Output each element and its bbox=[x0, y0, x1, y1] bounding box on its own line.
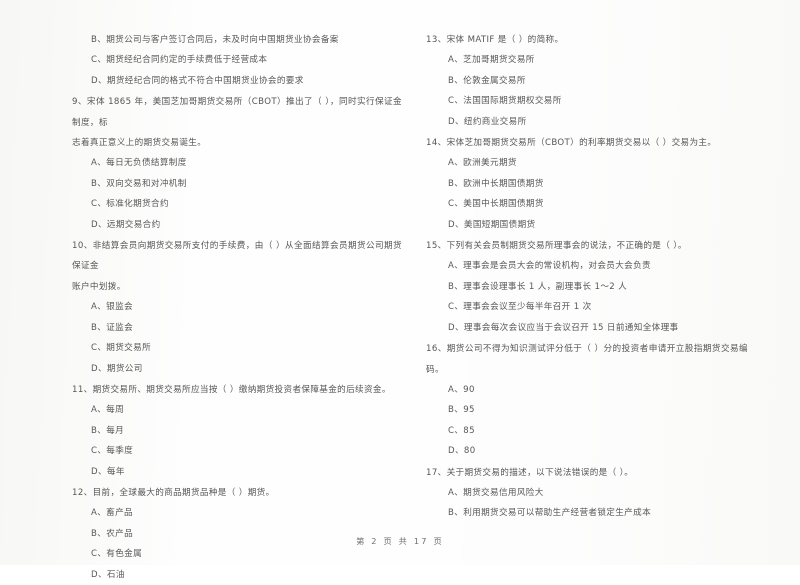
question-13: 13、宋体 MATIF 是（ ）的简称。 A、芝加哥期货交易所 B、伦敦金属交易… bbox=[426, 30, 748, 132]
question-stem: 15、下列有关会员制期货交易所理事会的说法，不正确的是（ ）。 bbox=[426, 236, 748, 256]
partial-question-options-top: B、期货公司与客户签订合同后，未及时向中国期货业协会备案 C、期货经纪合同约定的… bbox=[72, 30, 402, 91]
question-11: 11、期货交易所、期货交易所应当按（ ）缴纳期货投资者保障基金的后续资金。 A、… bbox=[72, 380, 402, 482]
option-item: C、每季度 bbox=[91, 446, 134, 457]
option-item: B、95 bbox=[448, 405, 475, 416]
question-14: 14、宋体芝加哥期货交易所（CBOT）的利率期货交易以（ ）交易为主。 A、欧洲… bbox=[426, 133, 748, 235]
question-stem-line-1: 期货交易所、期货交易所应当按（ ）缴纳期货投资者保障基金的后续资金。 bbox=[92, 384, 391, 395]
page-footer: 第 2 页 共 17 页 bbox=[356, 536, 444, 546]
option-item: A、畜产品 bbox=[91, 508, 134, 519]
option-item: C、美国中长期国债期货 bbox=[448, 199, 544, 210]
option-item: A、银监会 bbox=[91, 302, 134, 313]
option-item: D、80 bbox=[448, 446, 476, 457]
option-item: A、每周 bbox=[91, 405, 125, 416]
option-item: D、纽约商业交易所 bbox=[448, 116, 527, 127]
question-number: 10、 bbox=[72, 241, 93, 252]
question-stem: 17、关于期货交易的描述，以下说法错误的是（ ）。 bbox=[426, 463, 748, 483]
option-item: C、期货经纪合同约定的手续费低于经营成本 bbox=[91, 55, 268, 66]
option-item: C、85 bbox=[448, 425, 475, 436]
question-number: 16、 bbox=[426, 344, 447, 355]
question-stem-line-2: 志着真正意义上的期货交易诞生。 bbox=[72, 138, 207, 149]
question-stem-line-1: 宋体 1865 年，美国芝加哥期货交易所（CBOT）推出了（ ），同时实行保证金… bbox=[72, 97, 403, 128]
option-item: C、有色金属 bbox=[91, 549, 143, 560]
option-item: A、期货交易信用风险大 bbox=[448, 487, 544, 498]
question-stem-line-1: 宋体芝加哥期货交易所（CBOT）的利率期货交易以（ ）交易为主。 bbox=[446, 138, 717, 149]
question-stem: 11、期货交易所、期货交易所应当按（ ）缴纳期货投资者保障基金的后续资金。 bbox=[72, 380, 402, 400]
option-item: D、理事会每次会议应当于会议召开 15 日前通知全体理事 bbox=[448, 322, 679, 333]
question-stem: 16、期货公司不得为知识测试评分低于（ ）分的投资者申请开立股指期货交易编码。 bbox=[426, 339, 748, 380]
question-stem-line-1: 关于期货交易的描述，以下说法错误的是（ ）。 bbox=[446, 467, 634, 478]
question-stem: 13、宋体 MATIF 是（ ）的简称。 bbox=[426, 30, 748, 50]
option-item: B、每月 bbox=[91, 425, 125, 436]
option-item: D、石油 bbox=[91, 569, 125, 580]
option-item: B、伦敦金属交易所 bbox=[448, 75, 526, 86]
option-item: B、期货公司与客户签订合同后，未及时向中国期货业协会备案 bbox=[91, 35, 339, 45]
question-stem-line-1: 宋体 MATIF 是（ ）的简称。 bbox=[446, 35, 564, 45]
right-column: 13、宋体 MATIF 是（ ）的简称。 A、芝加哥期货交易所 B、伦敦金属交易… bbox=[412, 30, 748, 520]
question-stem-line-1: 期货公司不得为知识测试评分低于（ ）分的投资者申请开立股指期货交易编码。 bbox=[426, 344, 748, 375]
option-item: B、利用期货交易可以帮助生产经营者锁定生产成本 bbox=[448, 508, 652, 519]
document-page: B、期货公司与客户签订合同后，未及时向中国期货业协会备案 C、期货经纪合同约定的… bbox=[0, 0, 800, 580]
question-stem-line-1: 下列有关会员制期货交易所理事会的说法，不正确的是（ ）。 bbox=[446, 241, 687, 252]
option-item: D、每年 bbox=[91, 466, 125, 477]
question-stem-line-1: 非结算会员向期货交易所支付的手续费，由（ ）从全面结算会员期货公司期货保证金 bbox=[72, 241, 402, 272]
option-item: A、每日无负债结算制度 bbox=[91, 158, 187, 169]
question-17: 17、关于期货交易的描述，以下说法错误的是（ ）。 A、期货交易信用风险大 B、… bbox=[426, 463, 748, 520]
option-item: B、理事会设理事长 1 人，副理事长 1～2 人 bbox=[448, 281, 628, 292]
question-number: 14、 bbox=[426, 138, 447, 149]
question-number: 12、 bbox=[72, 487, 93, 498]
question-stem-line-2: 账户中划拨。 bbox=[72, 281, 126, 292]
question-stem-line-1: 目前，全球最大的商品期货品种是（ ）期货。 bbox=[92, 487, 275, 498]
question-stem: 12、目前，全球最大的商品期货品种是（ ）期货。 bbox=[72, 483, 402, 503]
option-item: C、期货交易所 bbox=[91, 343, 152, 354]
option-item: C、理事会会议至少每半年召开 1 次 bbox=[448, 302, 592, 313]
question-stem: 9、宋体 1865 年，美国芝加哥期货交易所（CBOT）推出了（ ），同时实行保… bbox=[72, 92, 402, 133]
question-number: 17、 bbox=[426, 467, 447, 478]
question-number: 13、 bbox=[426, 35, 447, 45]
page-columns: B、期货公司与客户签订合同后，未及时向中国期货业协会备案 C、期货经纪合同约定的… bbox=[0, 0, 800, 580]
option-item: D、期货公司 bbox=[91, 363, 143, 374]
option-item: C、法国国际期货期权交易所 bbox=[448, 96, 562, 107]
question-number: 15、 bbox=[426, 241, 447, 252]
question-12: 12、目前，全球最大的商品期货品种是（ ）期货。 A、畜产品 B、农产品 C、有… bbox=[72, 483, 402, 585]
left-column: B、期货公司与客户签订合同后，未及时向中国期货业协会备案 C、期货经纪合同约定的… bbox=[72, 30, 412, 580]
option-item: B、证监会 bbox=[91, 322, 134, 333]
option-item: D、期货经纪合同的格式不符合中国期货业协会的要求 bbox=[91, 75, 304, 86]
question-number: 11、 bbox=[72, 384, 93, 395]
question-stem: 10、非结算会员向期货交易所支付的手续费，由（ ）从全面结算会员期货公司期货保证… bbox=[72, 236, 402, 277]
question-16: 16、期货公司不得为知识测试评分低于（ ）分的投资者申请开立股指期货交易编码。 … bbox=[426, 339, 748, 461]
option-item: D、远期交易合约 bbox=[91, 219, 161, 230]
question-15: 15、下列有关会员制期货交易所理事会的说法，不正确的是（ ）。 A、理事会是会员… bbox=[426, 236, 748, 338]
option-item: A、欧洲美元期货 bbox=[448, 158, 517, 169]
question-10: 10、非结算会员向期货交易所支付的手续费，由（ ）从全面结算会员期货公司期货保证… bbox=[72, 236, 402, 379]
option-item: A、芝加哥期货交易所 bbox=[448, 55, 535, 66]
question-9: 9、宋体 1865 年，美国芝加哥期货交易所（CBOT）推出了（ ），同时实行保… bbox=[72, 92, 402, 235]
option-item: D、美国短期国债期货 bbox=[448, 219, 536, 230]
option-item: C、标准化期货合约 bbox=[91, 199, 169, 210]
option-item: A、90 bbox=[448, 384, 475, 395]
option-item: B、双向交易和对冲机制 bbox=[91, 178, 187, 189]
option-item: A、理事会是会员大会的常设机构，对会员大会负责 bbox=[448, 261, 651, 272]
question-number: 9、 bbox=[72, 97, 87, 108]
option-item: B、欧洲中长期国债期货 bbox=[448, 178, 544, 189]
question-stem: 14、宋体芝加哥期货交易所（CBOT）的利率期货交易以（ ）交易为主。 bbox=[426, 133, 748, 153]
